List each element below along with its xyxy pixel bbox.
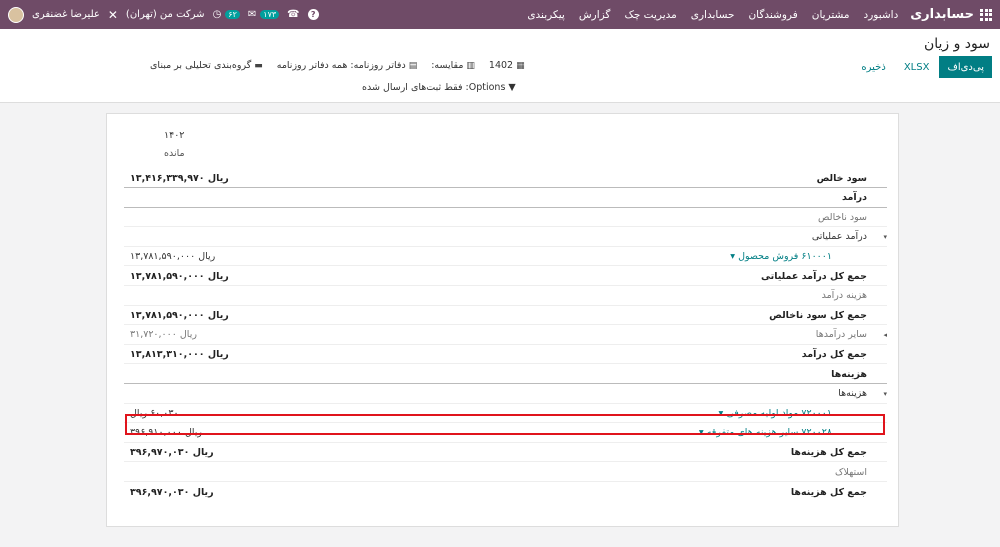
analytic-group-filter-label: گروه‌بندی تحلیلی بر مبنای [150, 60, 252, 71]
activity-clock-icon[interactable]: ◷ [213, 9, 222, 20]
column-balance-header: مانده [164, 148, 185, 159]
control-panel: سود و زیان پی‌دی‌اف XLSX ذخیره ▦ 1402 ▥ مق… [0, 29, 1000, 103]
row-value: ریال ۳۹۶,۹۷۰,۰۳۰ [130, 486, 214, 498]
report-row: ▾ درآمد عملیاتی [124, 228, 887, 247]
row-label: جمع کل سود ناخالص [769, 309, 867, 321]
book-icon: ▤ [408, 60, 418, 71]
report-row: استهلاک [124, 463, 887, 482]
menu-cheques[interactable]: مدیریت چک [624, 9, 676, 21]
menu-reporting[interactable]: گزارش [579, 9, 611, 21]
expand-caret-icon[interactable]: ◂ [883, 331, 887, 339]
menu-accounting[interactable]: حسابداری [691, 9, 735, 21]
report-filters: ▦ 1402 ▥ مقایسه: ▤ دفاتر روزنامه: همه دفاتر… [150, 60, 525, 71]
phone-icon[interactable]: ☎ [287, 9, 299, 20]
chat-icon[interactable]: ✉ [248, 9, 256, 20]
comparison-filter-label: مقایسه: [431, 60, 464, 71]
expand-caret-icon[interactable]: ▾ [883, 233, 887, 241]
row-label: جمع کل هزینه‌ها [790, 446, 867, 458]
row-label[interactable]: ۶۱۰۰۰۱ فروش محصول ▾ [730, 251, 832, 262]
row-label: هزینه درآمد [821, 290, 867, 302]
top-navbar: حسابداری داشبورد مشتریان فروشندگان حسابد… [0, 0, 1000, 29]
column-year-header: ۱۴۰۲ [164, 130, 185, 141]
report-row: ▾ هزینه‌ها [124, 385, 887, 404]
report-row: سود ناخالص [124, 208, 887, 228]
report-card: ۱۴۰۲ مانده سود خالص ریال ۱۳,۴۱۶,۳۳۹,۹۷۰ در… [106, 113, 899, 527]
comparison-filter[interactable]: ▥ مقایسه: [431, 60, 475, 71]
row-value: ریال ۳۱,۷۲۰,۰۰۰ [130, 329, 197, 341]
period-filter-label: 1402 [488, 60, 514, 71]
activity-count-badge: ۶۲ [225, 10, 240, 19]
report-row: جمع کل هزینه‌ها ریال ۳۹۶,۹۷۰,۰۳۰ [124, 443, 887, 463]
row-value: ریال ۱۳,۷۸۱,۵۹۰,۰۰۰ [130, 270, 229, 282]
report-row: جمع کل سود ناخالص ریال ۱۳,۷۸۱,۵۹۰,۰۰۰ [124, 306, 887, 326]
xlsx-button[interactable]: XLSX [896, 56, 938, 78]
row-value: ریال ۱۳,۸۱۳,۳۱۰,۰۰۰ [130, 348, 229, 360]
row-label: جمع کل درآمد عملیاتی [761, 270, 867, 282]
save-button[interactable]: ذخیره [853, 56, 893, 78]
row-label: جمع کل هزینه‌ها [790, 486, 867, 498]
messages-count-badge: ۱۷۳ [260, 10, 280, 19]
row-label: سایر درآمدها [815, 329, 867, 341]
systray: علیرضا غضنفری ✕ شرکت من (تهران) ◷ ۶۲ ✉ ۱… [8, 0, 319, 29]
calendar-icon: ▦ [516, 60, 525, 71]
report-row: سود خالص ریال ۱۳,۴۱۶,۳۳۹,۹۷۰ [124, 169, 887, 188]
filter-icon: ▼ [508, 82, 516, 93]
avatar[interactable] [8, 6, 24, 23]
analytic-group-filter[interactable]: ▬ گروه‌بندی تحلیلی بر مبنای [150, 60, 263, 71]
row-label: استهلاک [834, 466, 867, 478]
help-icon[interactable]: ? [307, 9, 319, 20]
journals-filter[interactable]: ▤ دفاتر روزنامه: همه دفاتر روزنامه [277, 60, 417, 71]
row-label: هزینه‌ها [831, 368, 867, 380]
report-row: هزینه‌ها [124, 365, 887, 384]
report-row: درآمد [124, 189, 887, 208]
period-filter[interactable]: ▦ 1402 [489, 60, 525, 71]
folder-icon: ▬ [254, 60, 263, 71]
page-title: سود و زیان [923, 36, 990, 52]
menu-vendors[interactable]: فروشندگان [748, 9, 797, 21]
export-buttons: پی‌دی‌اف XLSX ذخیره [853, 56, 992, 78]
user-name[interactable]: علیرضا غضنفری [32, 9, 100, 20]
report-row: ◂ سایر درآمدها ریال ۳۱,۷۲۰,۰۰۰ [124, 326, 887, 345]
app-brand[interactable]: حسابداری [910, 7, 974, 22]
row-value: ریال ۱۳,۴۱۶,۳۳۹,۹۷۰ [130, 172, 229, 184]
apps-menu-icon[interactable] [980, 8, 992, 21]
row-label: سود ناخالص [818, 211, 867, 223]
expand-caret-icon[interactable]: ▾ [883, 390, 887, 398]
row-label: سود خالص [816, 172, 867, 184]
main-menu: داشبورد مشتریان فروشندگان حسابداری مدیری… [527, 9, 898, 21]
report-row: هزینه درآمد [124, 287, 887, 306]
row-value: ریال ۱۳,۷۸۱,۵۹۰,۰۰۰ [130, 250, 216, 262]
report-row[interactable]: ۶۱۰۰۰۱ فروش محصول ▾ ریال ۱۳,۷۸۱,۵۹۰,۰۰۰ [124, 247, 887, 267]
tools-icon[interactable]: ✕ [108, 8, 118, 22]
row-value: ریال ۱۳,۷۸۱,۵۹۰,۰۰۰ [130, 309, 229, 321]
row-label: جمع کل درآمد [801, 348, 867, 360]
report-row: جمع کل هزینه‌ها ریال ۳۹۶,۹۷۰,۰۳۰ [124, 483, 887, 502]
menu-customers[interactable]: مشتریان [812, 9, 850, 21]
menu-dashboard[interactable]: داشبورد [864, 9, 899, 21]
row-label: درآمد عملیاتی [811, 231, 867, 243]
report-row: جمع کل درآمد ریال ۱۳,۸۱۳,۳۱۰,۰۰۰ [124, 345, 887, 365]
row-value: ریال ۳۹۶,۹۷۰,۰۳۰ [130, 446, 214, 458]
pdf-button[interactable]: پی‌دی‌اف [939, 56, 992, 78]
options-filter-label: Options: فقط ثبت‌های ارسال شده [362, 82, 506, 93]
highlight-box [125, 414, 885, 435]
row-label: هزینه‌ها [838, 388, 867, 400]
report-row: جمع کل درآمد عملیاتی ریال ۱۳,۷۸۱,۵۹۰,۰۰۰ [124, 267, 887, 286]
journals-filter-label: دفاتر روزنامه: همه دفاتر روزنامه [276, 60, 406, 71]
company-switcher[interactable]: شرکت من (تهران) [126, 9, 205, 20]
row-label: درآمد [842, 192, 867, 204]
bar-chart-icon: ▥ [466, 60, 475, 71]
options-filter[interactable]: ▼ Options: فقط ثبت‌های ارسال شده [362, 82, 516, 93]
menu-configuration[interactable]: پیکربندی [527, 9, 565, 21]
